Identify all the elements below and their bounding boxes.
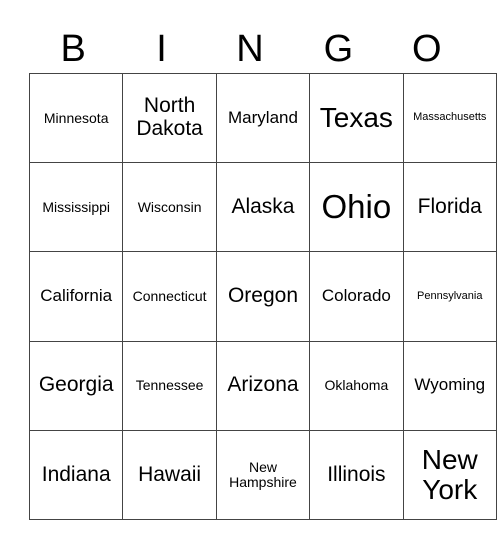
bingo-cell[interactable]: Oregon: [215, 251, 311, 342]
header-letter-b: B: [60, 28, 86, 70]
bingo-cell[interactable]: Maryland: [215, 72, 311, 164]
bingo-cell[interactable]: North Dakota: [122, 72, 217, 164]
grid-row: California Connecticut Oregon Colorado Penns…: [28, 251, 497, 342]
bingo-cell[interactable]: Indiana: [28, 429, 124, 520]
header-letter-o: O: [411, 28, 442, 70]
header-letter-i: I: [156, 28, 167, 70]
grid-row: Minnesota North Dakota Maryland Texas Massac…: [28, 72, 497, 164]
grid-row: Georgia Tennessee Arizona Oklahoma Wyoming: [28, 340, 497, 431]
bingo-cell[interactable]: Minnesota: [28, 72, 124, 164]
bingo-cell[interactable]: Mississippi: [28, 162, 124, 253]
bingo-cell[interactable]: Pennsylvania: [402, 251, 497, 342]
grid-row: Mississippi Wisconsin Alaska Ohio Florida: [28, 162, 497, 253]
bingo-cell[interactable]: Illinois: [309, 429, 404, 520]
bingo-cell[interactable]: Texas: [309, 72, 404, 164]
bingo-cell[interactable]: Connecticut: [122, 251, 217, 342]
bingo-cell[interactable]: Alaska: [215, 162, 311, 253]
bingo-cell[interactable]: Colorado: [309, 251, 404, 342]
bingo-cell[interactable]: Florida: [402, 162, 497, 253]
header-letter-n: N: [236, 28, 264, 70]
bingo-cell[interactable]: Wyoming: [402, 340, 497, 431]
bingo-cell[interactable]: Hawaii: [122, 429, 217, 520]
bingo-cell[interactable]: Wisconsin: [122, 162, 217, 253]
bingo-cell[interactable]: California: [28, 251, 124, 342]
bingo-grid: Minnesota North Dakota Maryland Texas Massac…: [28, 72, 497, 520]
bingo-cell[interactable]: New Hampshire: [215, 429, 311, 520]
bingo-cell[interactable]: Ohio: [309, 162, 404, 253]
bingo-cell[interactable]: Georgia: [28, 340, 124, 431]
bingo-cell[interactable]: New York: [402, 429, 497, 520]
bingo-cell[interactable]: Arizona: [215, 340, 311, 431]
bingo-cell[interactable]: Tennessee: [122, 340, 217, 431]
header-letter-g: G: [323, 28, 354, 70]
grid-row: Indiana Hawaii New Hampshire Illinois New Yo…: [28, 429, 497, 520]
bingo-cell[interactable]: Massachusetts: [402, 72, 497, 164]
bingo-cell[interactable]: Oklahoma: [309, 340, 404, 431]
bingo-header: B I N G O: [29, 24, 471, 74]
